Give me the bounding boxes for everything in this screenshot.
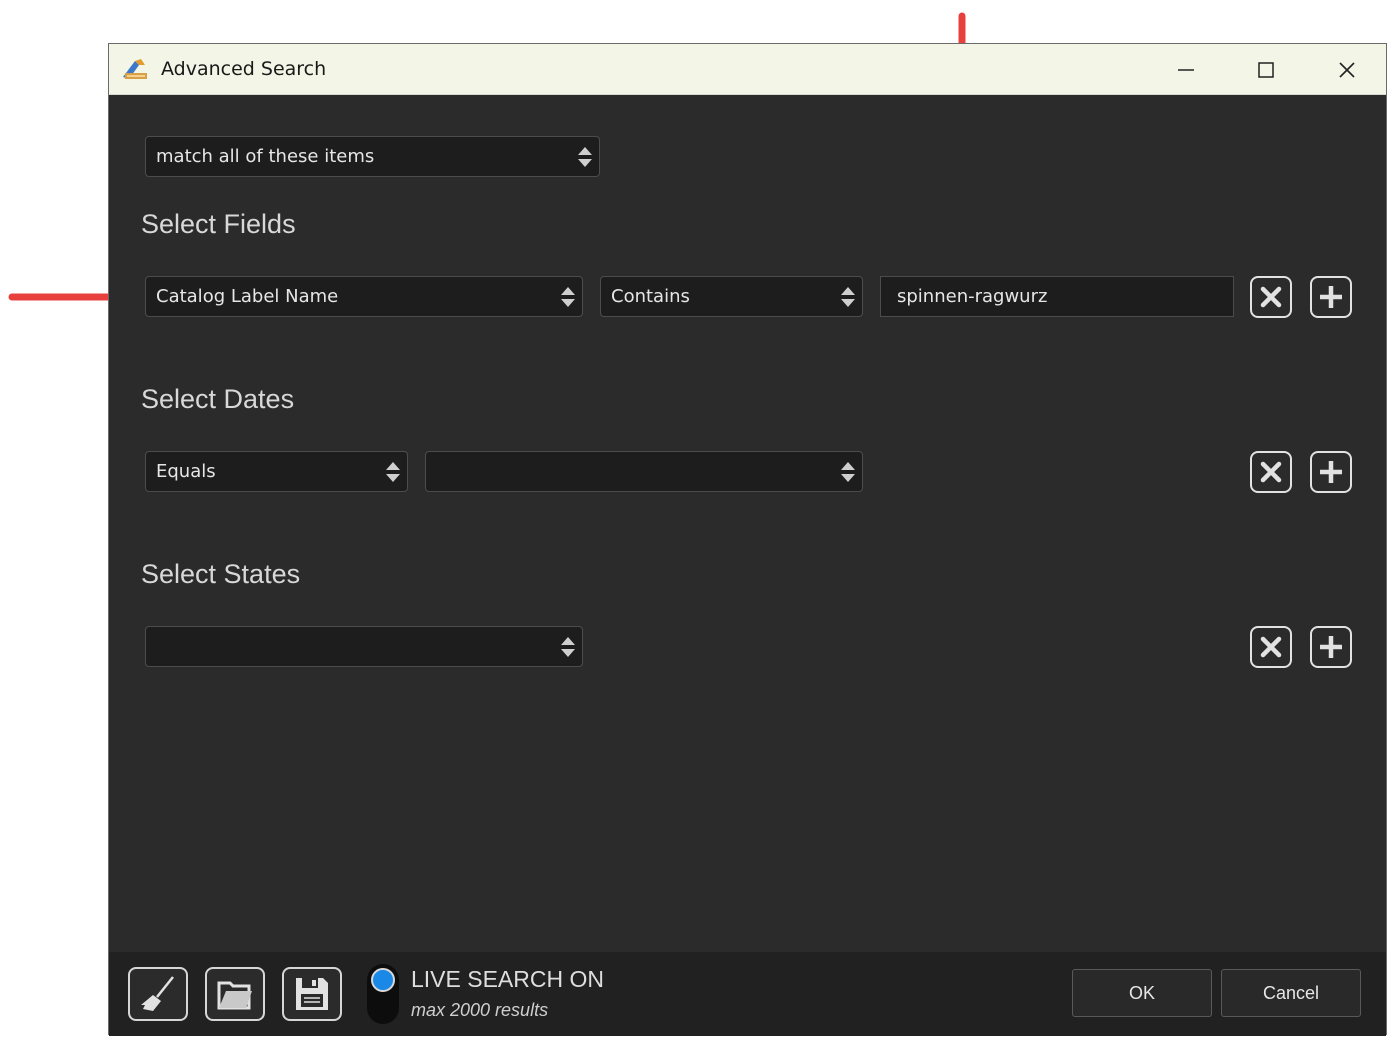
match-mode-value: match all of these items [156,146,375,167]
broom-icon [141,976,174,1011]
minimize-icon [1178,69,1194,71]
maximize-button[interactable] [1253,57,1279,83]
state-select[interactable] [145,626,583,667]
title-bar: Advanced Search [109,44,1386,95]
field-select-value: Catalog Label Name [156,286,339,307]
plus-icon [1320,286,1342,308]
cancel-button[interactable]: Cancel [1221,969,1361,1017]
save-button[interactable] [282,967,342,1021]
updown-arrows-icon [578,147,592,167]
updown-arrows-icon [841,287,855,307]
open-button[interactable] [205,967,265,1021]
updown-arrows-icon [841,462,855,482]
field-value-input[interactable]: spinnen-ragwurz [880,276,1234,317]
updown-arrows-icon [561,287,575,307]
close-icon [1339,62,1355,78]
add-state-button[interactable] [1310,626,1352,668]
match-mode-select[interactable]: match all of these items [145,136,600,177]
window-title: Advanced Search [161,58,327,80]
live-search-toggle[interactable] [367,964,399,1024]
date-operator-value: Equals [156,461,216,482]
field-operator-select[interactable]: Contains [600,276,863,317]
maximize-icon [1258,62,1274,78]
select-states-heading: Select States [141,559,301,589]
live-search-label: LIVE SEARCH ON [411,966,604,992]
plus-icon [1320,636,1342,658]
app-icon [123,59,147,79]
folder-icon [217,981,252,1010]
field-operator-value: Contains [611,286,690,307]
remove-date-button[interactable] [1250,451,1292,493]
close-x-icon [1260,461,1282,483]
close-x-icon [1260,286,1282,308]
field-select[interactable]: Catalog Label Name [145,276,583,317]
bottom-toolbar: LIVE SEARCH ON max 2000 results OK Cance… [109,952,1386,1036]
add-date-button[interactable] [1310,451,1352,493]
remove-field-button[interactable] [1250,276,1292,318]
close-button[interactable] [1334,57,1360,83]
add-field-button[interactable] [1310,276,1352,318]
close-x-icon [1260,636,1282,658]
advanced-search-window: Advanced Search match all of these items… [108,43,1387,1036]
toggle-knob [371,968,395,992]
updown-arrows-icon [561,637,575,657]
live-search-limit: max 2000 results [411,1000,549,1020]
clear-button[interactable] [128,967,188,1021]
updown-arrows-icon [386,462,400,482]
remove-state-button[interactable] [1250,626,1292,668]
select-dates-heading: Select Dates [141,384,295,414]
save-icon [296,978,328,1010]
select-fields-heading: Select Fields [141,209,296,239]
plus-icon [1320,461,1342,483]
date-value-select[interactable] [425,451,863,492]
minimize-button[interactable] [1173,57,1199,83]
date-operator-select[interactable]: Equals [145,451,408,492]
ok-button[interactable]: OK [1072,969,1212,1017]
